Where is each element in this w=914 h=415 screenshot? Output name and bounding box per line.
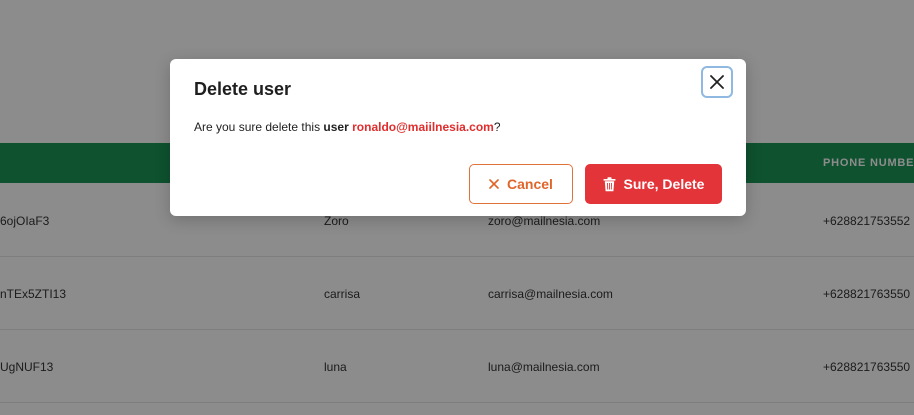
cancel-label: Cancel [507,176,553,192]
message-suffix: ? [493,120,501,134]
trash-icon [603,176,616,192]
confirm-delete-button[interactable]: Sure, Delete [585,164,722,204]
message-user-label: user [323,120,349,134]
users-page: PHONE NUMBER 6ojOIaF3 Zoro zoro@mailnesi… [0,0,914,415]
message-prefix: Are you sure delete this [194,120,324,134]
close-icon [710,75,724,89]
x-icon [489,179,499,189]
delete-label: Sure, Delete [623,176,705,192]
message-email: ronaldo@maiilnesia.com [352,120,494,134]
delete-user-dialog: Delete user Are you sure delete this use… [170,59,746,216]
close-button[interactable] [701,66,733,98]
dialog-title: Delete user [194,79,292,99]
cancel-button[interactable]: Cancel [469,164,573,204]
dialog-message: Are you sure delete this user ronaldo@ma… [194,120,501,134]
